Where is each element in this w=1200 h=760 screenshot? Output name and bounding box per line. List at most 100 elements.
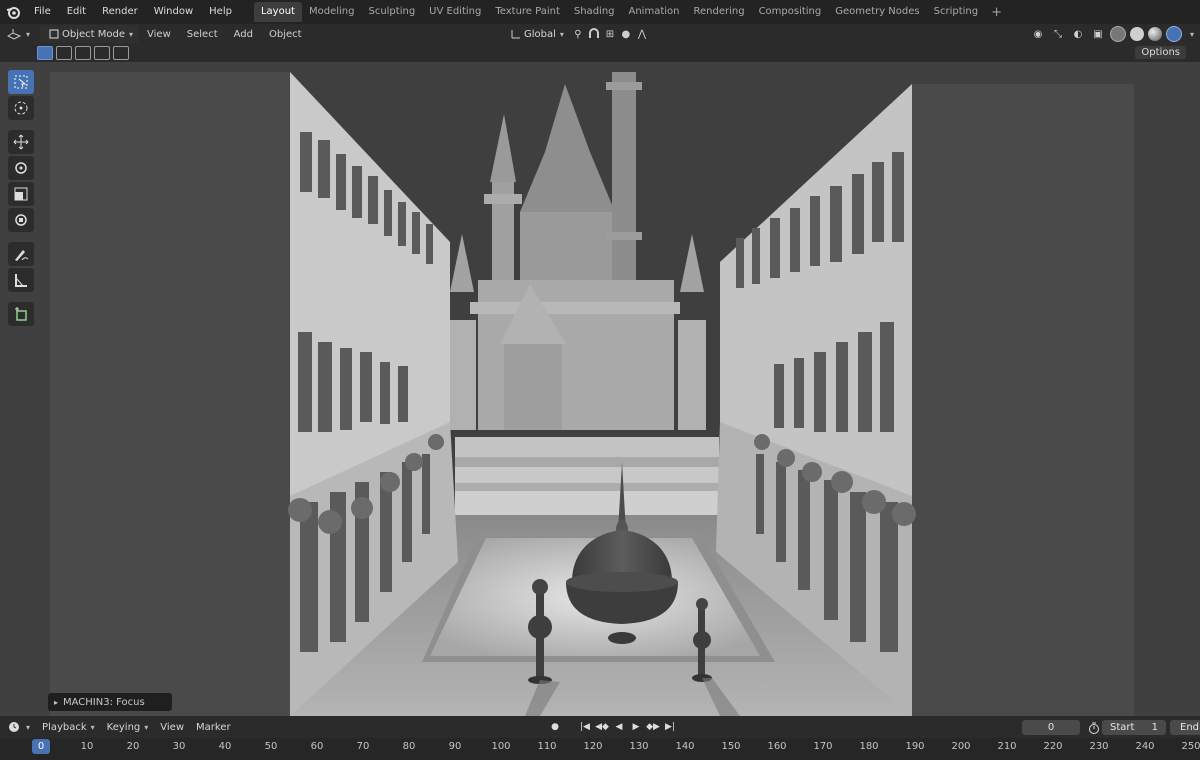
- transform-tool-icon[interactable]: [8, 208, 34, 232]
- select-intersect-icon[interactable]: [113, 46, 129, 60]
- menu-help[interactable]: Help: [201, 0, 240, 24]
- chevron-right-icon: ▸: [54, 697, 59, 707]
- timeline-header: ▾ Playback ▾ Keying ▾ View Marker ● |◀ ◀◆ …: [0, 716, 1200, 738]
- scene-render: [50, 72, 1134, 716]
- menu-select[interactable]: Select: [179, 29, 226, 40]
- move-tool-icon[interactable]: [8, 130, 34, 154]
- record-icon[interactable]: ●: [548, 719, 562, 735]
- current-frame-value: 0: [1047, 722, 1055, 733]
- editor-type-button[interactable]: ▾: [0, 25, 36, 43]
- menu-file[interactable]: File: [26, 0, 59, 24]
- ruler-tick-label: 210: [997, 741, 1017, 752]
- ruler-tick-label: 220: [1043, 741, 1063, 752]
- transform-controls: Global ▾ ⚲ ⊞ ● ⋀: [502, 25, 650, 43]
- tool-settings-header: Options: [0, 44, 1200, 62]
- start-label: Start: [1110, 722, 1135, 733]
- ruler-tick-label: 230: [1089, 741, 1109, 752]
- prev-keyframe-icon[interactable]: ◀◆: [595, 719, 609, 735]
- tab-compositing[interactable]: Compositing: [752, 2, 829, 22]
- last-operator-panel[interactable]: ▸ MACHIN3: Focus: [48, 693, 172, 711]
- snap-icon[interactable]: [586, 26, 602, 42]
- timeline-ruler[interactable]: 0 10 20 30 40 50 60 70 80 90 100 110 120 130 140 150 16…: [0, 738, 1200, 760]
- chevron-down-icon: ▾: [559, 29, 564, 39]
- jump-end-icon[interactable]: ▶|: [663, 719, 677, 735]
- ruler-tick-label: 110: [537, 741, 557, 752]
- keying-label: Keying: [106, 721, 141, 733]
- tab-geometry-nodes[interactable]: Geometry Nodes: [828, 2, 926, 22]
- tab-scripting[interactable]: Scripting: [927, 2, 985, 22]
- ruler-tick-label: 130: [629, 741, 649, 752]
- playhead-frame[interactable]: 0: [32, 739, 50, 754]
- menu-timeline-view[interactable]: View: [154, 722, 190, 733]
- add-cube-tool-icon[interactable]: [8, 302, 34, 326]
- start-frame-field[interactable]: Start 1: [1102, 720, 1166, 735]
- tab-shading[interactable]: Shading: [567, 2, 622, 22]
- solid-shading-icon[interactable]: [1129, 27, 1144, 41]
- wireframe-shading-icon[interactable]: [1109, 26, 1126, 42]
- play-reverse-icon[interactable]: ◀: [612, 719, 626, 735]
- menu-render[interactable]: Render: [94, 0, 146, 24]
- xray-icon[interactable]: ▣: [1090, 26, 1106, 42]
- select-box-tool-icon[interactable]: [8, 70, 34, 94]
- blender-logo-icon[interactable]: [0, 0, 26, 24]
- current-frame-field[interactable]: 0: [1022, 720, 1080, 735]
- menu-add[interactable]: Add: [226, 29, 261, 40]
- rendered-shading-icon[interactable]: [1165, 26, 1182, 42]
- play-icon[interactable]: ▶: [629, 719, 643, 735]
- operator-label: MACHIN3: Focus: [63, 696, 145, 708]
- jump-start-icon[interactable]: |◀: [578, 719, 592, 735]
- ruler-tick-label: 20: [126, 741, 140, 752]
- start-value: 1: [1151, 722, 1158, 733]
- select-new-icon[interactable]: [37, 46, 53, 60]
- chevron-down-icon: ▾: [26, 29, 31, 39]
- cursor-tool-icon[interactable]: [8, 96, 34, 120]
- mode-select[interactable]: Object Mode ▾: [40, 25, 140, 43]
- tab-animation[interactable]: Animation: [622, 2, 687, 22]
- viewport-header: ▾ Object Mode ▾ View Select Add Object G…: [0, 24, 1200, 44]
- menu-keying[interactable]: Keying ▾: [101, 722, 155, 733]
- tab-rendering[interactable]: Rendering: [686, 2, 751, 22]
- ruler-tick-label: 250: [1181, 741, 1200, 752]
- options-button[interactable]: Options: [1135, 46, 1186, 59]
- orientation-select[interactable]: Global ▾: [502, 25, 570, 43]
- menu-view[interactable]: View: [139, 29, 179, 40]
- next-keyframe-icon[interactable]: ◆▶: [646, 719, 660, 735]
- menu-window[interactable]: Window: [146, 0, 201, 24]
- overlay-icon[interactable]: ◐: [1070, 26, 1086, 42]
- chevron-down-icon: ▾: [129, 29, 134, 39]
- end-frame-field[interactable]: End: [1170, 720, 1200, 735]
- object-mode-icon: [46, 26, 62, 42]
- select-extend-icon[interactable]: [56, 46, 72, 60]
- stopwatch-icon[interactable]: [1086, 720, 1102, 736]
- measure-tool-icon[interactable]: [8, 268, 34, 292]
- rotate-tool-icon[interactable]: [8, 156, 34, 180]
- pivot-icon[interactable]: ⚲: [570, 26, 586, 42]
- tab-texture-paint[interactable]: Texture Paint: [488, 2, 567, 22]
- menu-edit[interactable]: Edit: [59, 0, 94, 24]
- menu-marker[interactable]: Marker: [190, 722, 237, 733]
- visibility-icon[interactable]: ◉: [1030, 26, 1046, 42]
- tab-sculpting[interactable]: Sculpting: [361, 2, 422, 22]
- annotate-tool-icon[interactable]: [8, 242, 34, 266]
- select-subtract-icon[interactable]: [75, 46, 91, 60]
- falloff-icon[interactable]: ⋀: [634, 26, 650, 42]
- add-workspace-icon[interactable]: +: [985, 5, 1008, 20]
- tab-layout[interactable]: Layout: [253, 2, 302, 22]
- tab-modeling[interactable]: Modeling: [302, 2, 362, 22]
- menu-playback[interactable]: Playback ▾: [36, 722, 101, 733]
- chevron-down-icon: ▾: [26, 722, 31, 732]
- 3d-viewport[interactable]: ▸ MACHIN3: Focus: [0, 62, 1200, 716]
- playback-label: Playback: [42, 721, 87, 733]
- ruler-tick-label: 170: [813, 741, 833, 752]
- select-invert-icon[interactable]: [94, 46, 110, 60]
- tab-uv-editing[interactable]: UV Editing: [422, 2, 488, 22]
- menu-object[interactable]: Object: [261, 29, 310, 40]
- timeline-editor-type-button[interactable]: ▾: [0, 718, 36, 736]
- gizmo-icon[interactable]: ⤡: [1050, 26, 1066, 42]
- snap-target-icon[interactable]: ⊞: [602, 26, 618, 42]
- proportional-edit-icon[interactable]: ●: [618, 26, 634, 42]
- viewport-right-controls: ◉ ⤡ ◐ ▣ ▾: [1030, 25, 1194, 43]
- material-shading-icon[interactable]: [1147, 27, 1162, 41]
- chevron-down-icon[interactable]: ▾: [1190, 30, 1194, 39]
- scale-tool-icon[interactable]: [8, 182, 34, 206]
